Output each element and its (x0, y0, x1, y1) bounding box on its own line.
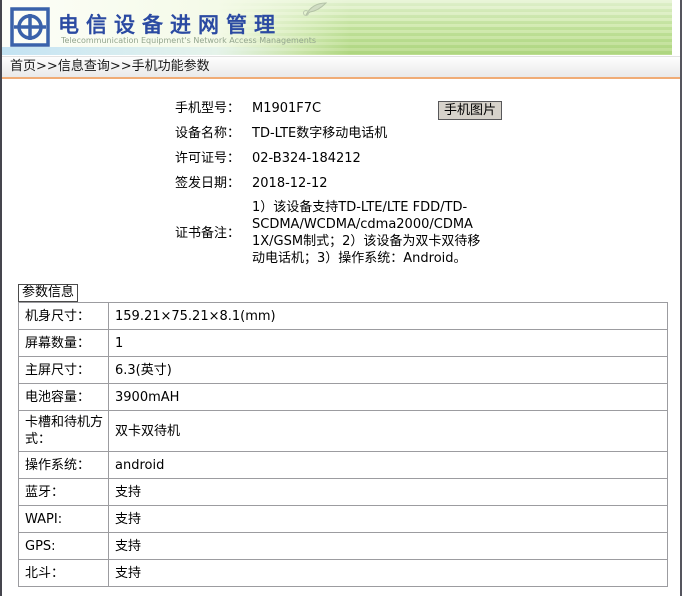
breadcrumb-item[interactable]: 首页 (10, 59, 36, 74)
field-value: 1）该设备支持TD-LTE/LTE FDD/TD-SCDMA/WCDMA/cdm… (252, 200, 481, 266)
table-row: 卡槽和待机方式： 双卡双待机 (18, 410, 668, 452)
field-value: M1901F7C (252, 101, 322, 116)
param-value: 双卡双待机 (108, 410, 668, 452)
page: 电信设备进网管理 Telecommunication Equipment's N… (0, 0, 688, 596)
field-label: 证书备注： (174, 225, 240, 241)
header-glow-decoration (2, 47, 302, 55)
param-label: 蓝牙： (18, 478, 109, 506)
param-label: 主屏尺寸： (18, 356, 109, 384)
breadcrumb-item[interactable]: 信息查询 (58, 59, 110, 74)
param-label: GPS: (18, 532, 109, 560)
param-value: 6.3(英寸) (108, 356, 668, 384)
param-label: WAPI: (18, 505, 109, 533)
phone-photo-button[interactable]: 手机图片 (438, 101, 503, 120)
param-label: 电池容量： (18, 383, 109, 411)
telecom-network-access-logo-icon (10, 7, 50, 47)
param-label: 操作系统： (18, 451, 109, 479)
site-title: 电信设备进网管理 (58, 13, 282, 37)
param-value: 1 (108, 329, 668, 357)
table-row: 操作系统： android (18, 451, 668, 479)
device-info-form: 手机图片 手机型号： M1901F7C 设备名称： TD-LTE数字移动电话机 许可证号… (0, 99, 680, 273)
table-row: GPS: 支持 (18, 532, 668, 560)
table-row: 屏幕数量： 1 (18, 329, 668, 357)
field-label: 许可证号： (174, 151, 240, 166)
param-label: 屏幕数量： (18, 329, 109, 357)
site-header: 电信设备进网管理 Telecommunication Equipment's N… (2, 0, 672, 55)
field-label: 签发日期： (174, 176, 240, 191)
page-right-border (680, 0, 682, 596)
form-row: 设备名称： TD-LTE数字移动电话机 (0, 124, 680, 143)
breadcrumb: 首页>>信息查询>>手机功能参数 (2, 56, 680, 79)
param-value: android (108, 451, 668, 479)
field-label: 手机型号： (174, 101, 240, 116)
site-subtitle: Telecommunication Equipment's Network Ac… (61, 36, 317, 45)
field-value: TD-LTE数字移动电话机 (252, 126, 388, 141)
param-label: 机身尺寸： (18, 302, 109, 330)
page-left-border (0, 0, 2, 596)
breadcrumb-separator: >> (36, 59, 58, 74)
breadcrumb-item[interactable]: 手机功能参数 (132, 59, 210, 74)
parameters-table-body: 机身尺寸： 159.21×75.21×8.1(mm) 屏幕数量： 1 主屏尺寸： 6.3(… (18, 302, 668, 587)
param-value: 159.21×75.21×8.1(mm) (108, 302, 668, 330)
parameters-section-label: 参数信息 (18, 284, 79, 302)
table-row: 北斗： 支持 (18, 559, 668, 587)
leaf-decoration-icon (303, 2, 328, 16)
param-value: 支持 (108, 478, 668, 506)
table-row: 机身尺寸： 159.21×75.21×8.1(mm) (18, 302, 668, 330)
field-value: 02-B324-184212 (252, 151, 361, 166)
table-row: 主屏尺寸： 6.3(英寸) (18, 356, 668, 384)
parameters-table: 机身尺寸： 159.21×75.21×8.1(mm) 屏幕数量： 1 主屏尺寸： 6.3(… (18, 302, 668, 587)
param-value: 支持 (108, 559, 668, 587)
field-label: 设备名称： (174, 126, 240, 141)
table-row: WAPI: 支持 (18, 505, 668, 533)
param-label: 北斗： (18, 559, 109, 587)
table-row: 电池容量： 3900mAH (18, 383, 668, 411)
table-row: 蓝牙： 支持 (18, 478, 668, 506)
param-value: 3900mAH (108, 383, 668, 411)
breadcrumb-separator: >> (109, 59, 132, 74)
form-row: 许可证号： 02-B324-184212 (0, 149, 680, 168)
form-row: 证书备注： 1）该设备支持TD-LTE/LTE FDD/TD-SCDMA/WCDM… (0, 199, 680, 267)
param-value: 支持 (108, 505, 668, 533)
form-row: 签发日期： 2018-12-12 (0, 174, 680, 193)
param-value: 支持 (108, 532, 668, 560)
param-label: 卡槽和待机方式： (18, 410, 109, 452)
form-row: 手机型号： M1901F7C (0, 99, 680, 118)
field-value: 2018-12-12 (252, 176, 328, 191)
